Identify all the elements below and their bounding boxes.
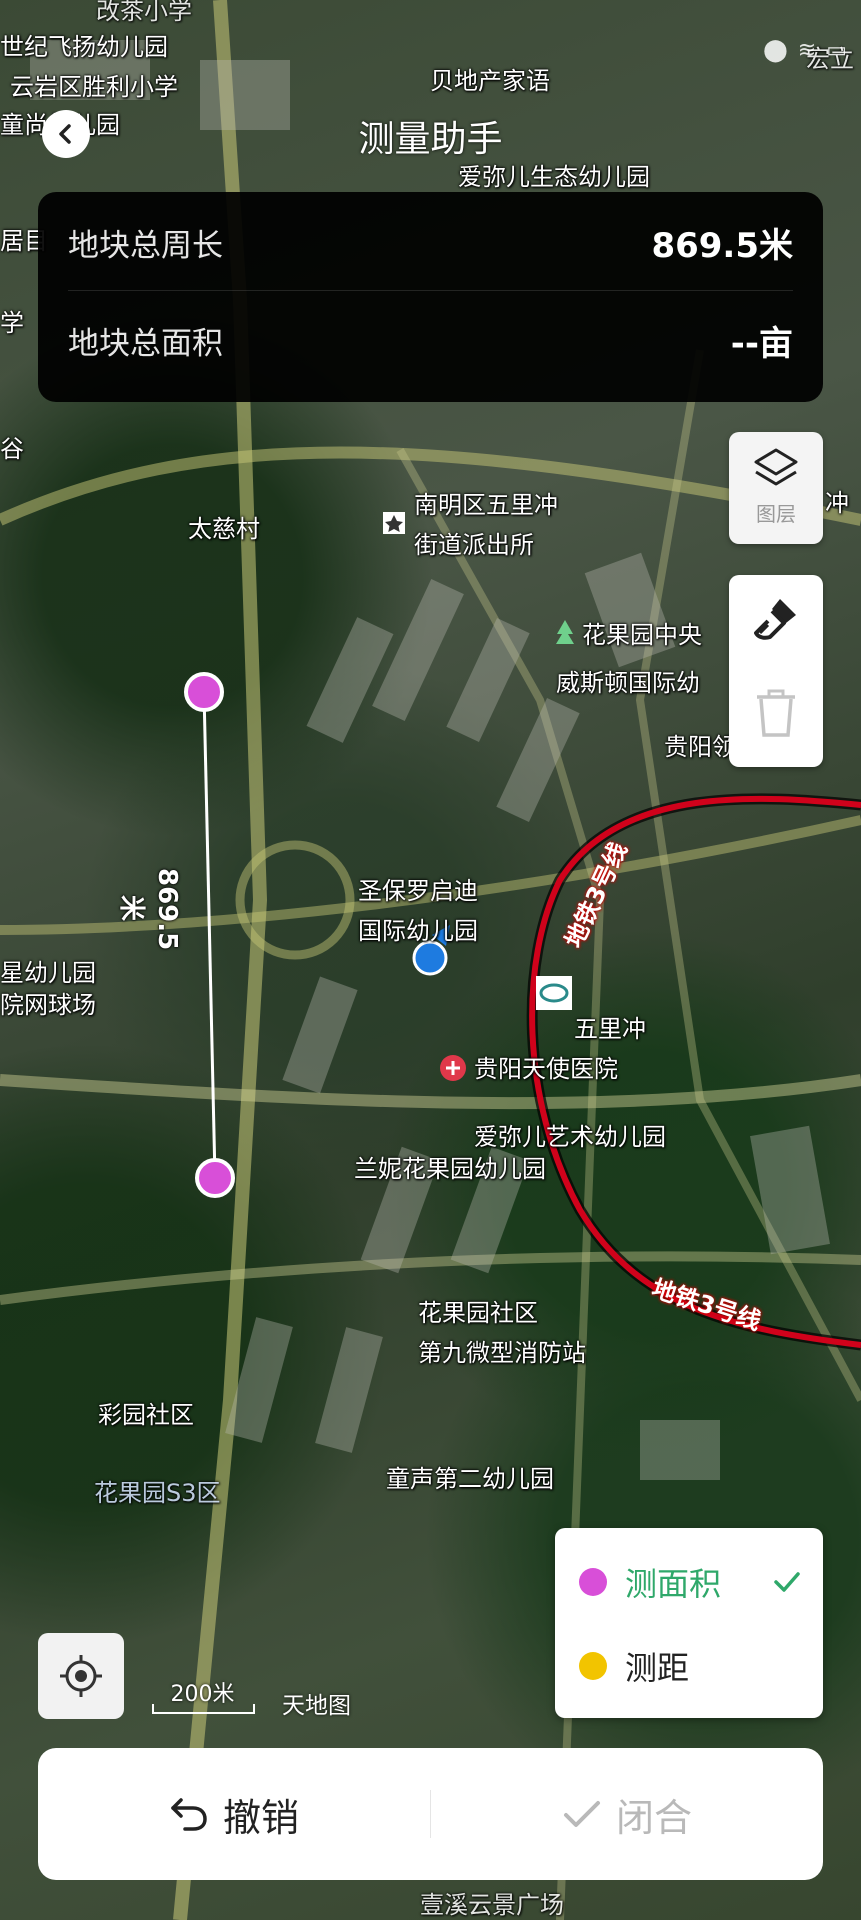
- close-polygon-button[interactable]: 闭合: [431, 1748, 823, 1880]
- segment-length-label: 869.5米: [116, 868, 182, 951]
- distance-mode-dot-icon: [579, 1652, 607, 1680]
- map-label: 威斯顿国际幼: [556, 669, 700, 697]
- map-scale: 200米: [152, 1676, 255, 1720]
- status-bar: ⬤ ≋ ▭: [763, 38, 847, 63]
- map-label: 星幼儿园: [0, 959, 96, 987]
- undo-button[interactable]: 撤销: [38, 1748, 430, 1880]
- map-label: 南明区五里冲: [414, 491, 558, 519]
- delete-button[interactable]: [729, 687, 823, 739]
- perimeter-value: 869.5米: [651, 225, 793, 266]
- page-title: 测量助手: [358, 119, 503, 160]
- area-mode-dot-icon: [579, 1568, 607, 1596]
- map-label: 世纪飞扬幼儿园: [0, 33, 168, 61]
- area-value: --亩: [730, 323, 793, 364]
- brush-icon: [754, 599, 796, 640]
- measurement-summary-panel: 地块总周长 869.5米 地块总面积 --亩: [38, 192, 823, 402]
- map-label: 爱弥儿生态幼儿园: [458, 163, 650, 191]
- mode-distance-option[interactable]: 测距: [555, 1624, 823, 1708]
- map-label: 谷: [0, 435, 24, 463]
- locate-icon: [60, 1655, 102, 1697]
- map-label: 童声第二幼儿园: [386, 1465, 554, 1493]
- locate-button[interactable]: [38, 1633, 124, 1719]
- map-label: 爱弥儿艺术幼儿园: [474, 1123, 666, 1151]
- park-icon: [556, 620, 574, 644]
- map-label: 冲: [825, 489, 849, 517]
- map-label: 花果园社区: [418, 1299, 538, 1327]
- map-label: 花果园中央: [582, 621, 702, 649]
- edit-tools-panel: [729, 575, 823, 767]
- map-label: 贵阳领: [664, 733, 736, 761]
- map-label: 改茶小学: [96, 0, 192, 25]
- mode-area-label: 测面积: [625, 1565, 722, 1603]
- undo-icon: [169, 1796, 209, 1832]
- brush-button[interactable]: [729, 593, 823, 645]
- map-label: 第九微型消防站: [418, 1339, 586, 1367]
- vertex-point-end[interactable]: [195, 1158, 235, 1198]
- map-label: 贝地产家语: [430, 67, 550, 95]
- trash-icon: [757, 689, 795, 737]
- layers-item: 图层: [729, 446, 823, 527]
- layers-icon: [754, 448, 798, 486]
- map-label: 壹溪云景广场: [420, 1891, 564, 1919]
- close-polygon-label: 闭合: [615, 1795, 692, 1840]
- scale-bar: [152, 1704, 255, 1714]
- check-icon: [562, 1797, 602, 1831]
- vertex-point-start[interactable]: [184, 672, 224, 712]
- mode-area-option[interactable]: 测面积: [555, 1540, 823, 1624]
- map-label: 院网球场: [0, 991, 96, 1019]
- measure-mode-menu: 测面积 测距: [555, 1528, 823, 1718]
- map-label: 云岩区胜利小学: [10, 73, 178, 101]
- map-source-label: 天地图: [282, 1693, 351, 1719]
- battery-icon: ▭: [826, 38, 847, 63]
- checkmark-icon: [774, 1572, 800, 1592]
- perimeter-row: 地块总周长 869.5米: [68, 194, 793, 291]
- layers-button[interactable]: 图层: [729, 432, 823, 544]
- map-label: 国际幼儿园: [358, 917, 478, 945]
- map-label: 花果园S3区: [94, 1479, 221, 1507]
- mode-distance-label: 测距: [625, 1649, 690, 1687]
- map-label: 五里冲: [574, 1015, 646, 1043]
- perimeter-label: 地块总周长: [68, 227, 223, 264]
- map-label: 彩园社区: [98, 1401, 194, 1429]
- wifi-icon: ≋: [797, 38, 817, 63]
- map-label: 圣保罗启迪: [358, 877, 478, 905]
- map-label: 街道派出所: [414, 531, 534, 559]
- area-row: 地块总面积 --亩: [68, 292, 793, 388]
- location-status-icon: ⬤: [763, 38, 788, 63]
- map-label: 兰妮花果园幼儿园: [354, 1155, 546, 1183]
- undo-label: 撤销: [222, 1795, 299, 1840]
- map-label: 学: [0, 309, 24, 337]
- map-label: 贵阳天使医院: [474, 1055, 618, 1083]
- map-label: 太慈村: [188, 515, 260, 543]
- layers-label: 图层: [756, 502, 796, 526]
- area-label: 地块总面积: [68, 325, 223, 362]
- location-dot: [412, 940, 448, 976]
- bottom-action-bar: 撤销 闭合: [38, 1748, 823, 1880]
